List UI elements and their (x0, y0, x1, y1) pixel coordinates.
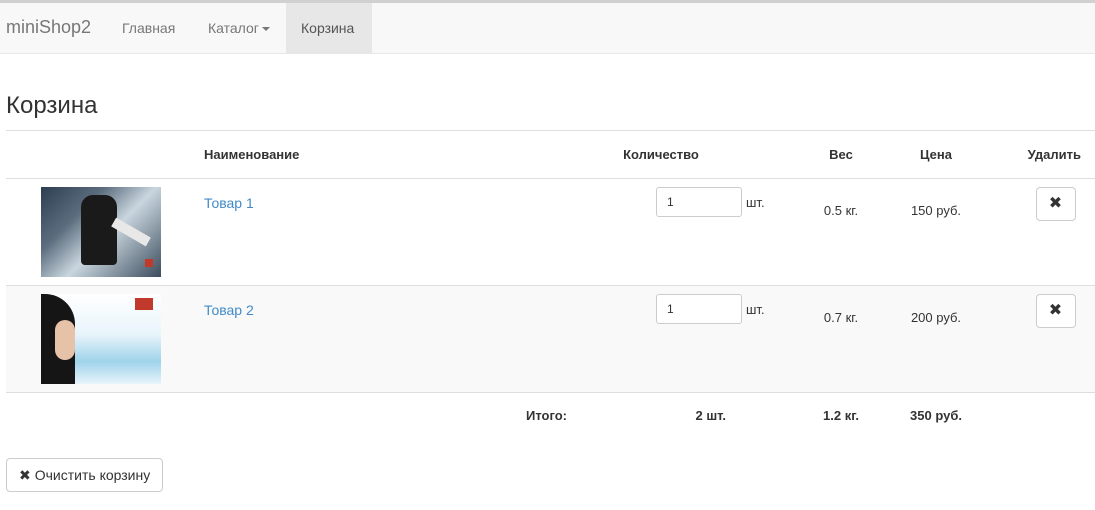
header-name: Наименование (196, 130, 526, 179)
page-title: Корзина (6, 92, 98, 119)
nav-item-cart[interactable]: Корзина (286, 3, 372, 53)
nav-label-home: Главная (122, 20, 176, 36)
clear-cart-label: Очистить корзину (34, 467, 151, 483)
cell-image (6, 285, 196, 393)
product-thumbnail[interactable] (41, 187, 161, 277)
total-price: 350 руб. (910, 408, 962, 424)
clear-cart-button[interactable]: ✖ Очистить корзину (6, 458, 164, 492)
nav-label-cart: Корзина (301, 20, 355, 36)
total-qty-cell: Итого: 2 шт. (526, 393, 796, 439)
total-weight: 1.2 кг. (823, 408, 859, 424)
quantity-unit: шт. (746, 301, 765, 317)
header-price: Цена (886, 130, 986, 179)
product-link[interactable]: Товар 1 (196, 195, 254, 211)
cell-price: 200 руб. (886, 285, 986, 393)
cell-quantity: 1 шт. (526, 285, 796, 393)
price-value: 200 руб. (910, 310, 962, 325)
header-image (6, 130, 196, 179)
close-icon: ✖ (19, 467, 31, 483)
close-icon: ✖ (1048, 195, 1063, 212)
cell-remove: ✖ (986, 285, 1095, 393)
nav-item-catalog[interactable]: Каталог (193, 3, 285, 53)
table-row: Товар 1 1 шт. 0.5 кг. 150 руб. ✖ (6, 178, 1095, 286)
cell-name: Товар 2 (196, 285, 526, 393)
weight-value: 0.5 кг. (823, 203, 859, 218)
product-thumbnail[interactable] (41, 294, 161, 384)
cell-weight: 0.5 кг. (796, 178, 886, 286)
weight-value: 0.7 кг. (823, 310, 859, 325)
total-label: Итого: (526, 408, 567, 424)
brand-link[interactable]: miniShop2 (6, 17, 91, 38)
price-value: 150 руб. (910, 203, 962, 218)
caret-down-icon (261, 27, 270, 32)
quantity-input[interactable]: 1 (656, 187, 742, 217)
cell-remove: ✖ (986, 178, 1095, 286)
total-label-cell (196, 393, 526, 439)
header-remove: Удалить (986, 130, 1095, 179)
nav-item-home[interactable]: Главная (107, 3, 190, 53)
total-row: Итого: 2 шт. 1.2 кг. 350 руб. (6, 393, 1095, 439)
close-icon: ✖ (1048, 302, 1063, 319)
total-quantity: 2 шт. (695, 408, 726, 424)
quantity-input[interactable]: 1 (656, 294, 742, 324)
remove-button[interactable]: ✖ (1035, 294, 1076, 328)
cell-image (6, 178, 196, 286)
cell-price: 150 руб. (886, 178, 986, 286)
cell-name: Товар 1 (196, 178, 526, 286)
nav-label-catalog: Каталог (208, 20, 259, 36)
header-quantity: Количество (526, 130, 796, 179)
table-row: Товар 2 1 шт. 0.7 кг. 200 руб. ✖ (6, 285, 1095, 393)
remove-button[interactable]: ✖ (1035, 187, 1076, 221)
cell-quantity: 1 шт. (526, 178, 796, 286)
product-link[interactable]: Товар 2 (196, 302, 254, 318)
quantity-unit: шт. (746, 194, 765, 210)
cell-weight: 0.7 кг. (796, 285, 886, 393)
cart-table: Наименование Количество Вес Цена Удалить… (6, 130, 1095, 439)
navbar: miniShop2 Главная Каталог Корзина (0, 0, 1095, 54)
table-header-row: Наименование Количество Вес Цена Удалить (6, 130, 1095, 179)
header-weight: Вес (796, 130, 886, 179)
